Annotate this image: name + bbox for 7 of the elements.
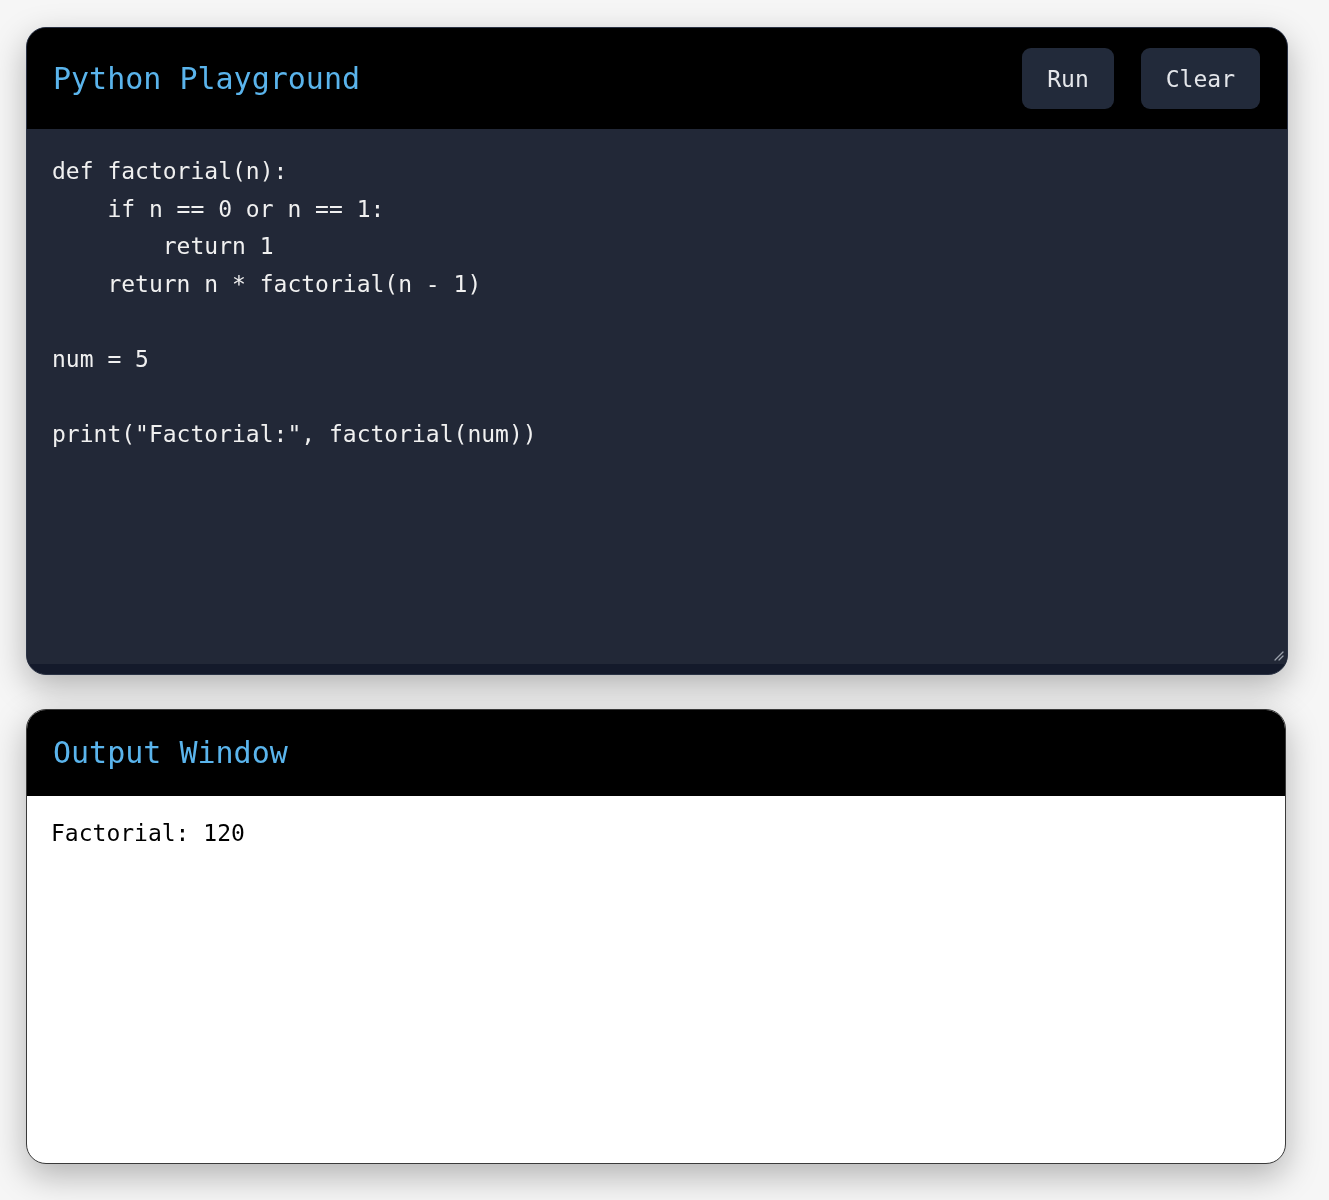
resize-handle-icon[interactable] [1274, 651, 1284, 661]
header-button[interactable]: Run [1022, 48, 1114, 109]
panel-title: Output Window [53, 735, 288, 771]
panel-title: Python Playground [53, 60, 361, 97]
header-button[interactable]: Clear [1140, 48, 1260, 109]
output-text: Factorial: 120 [51, 819, 246, 848]
code-editor-field[interactable]: def factorial(n): if n == 0 or n == 1: return 1 return n * factorial(n - 1) num = 5 print("Factorial:", factorial(num)) [27, 129, 1287, 664]
